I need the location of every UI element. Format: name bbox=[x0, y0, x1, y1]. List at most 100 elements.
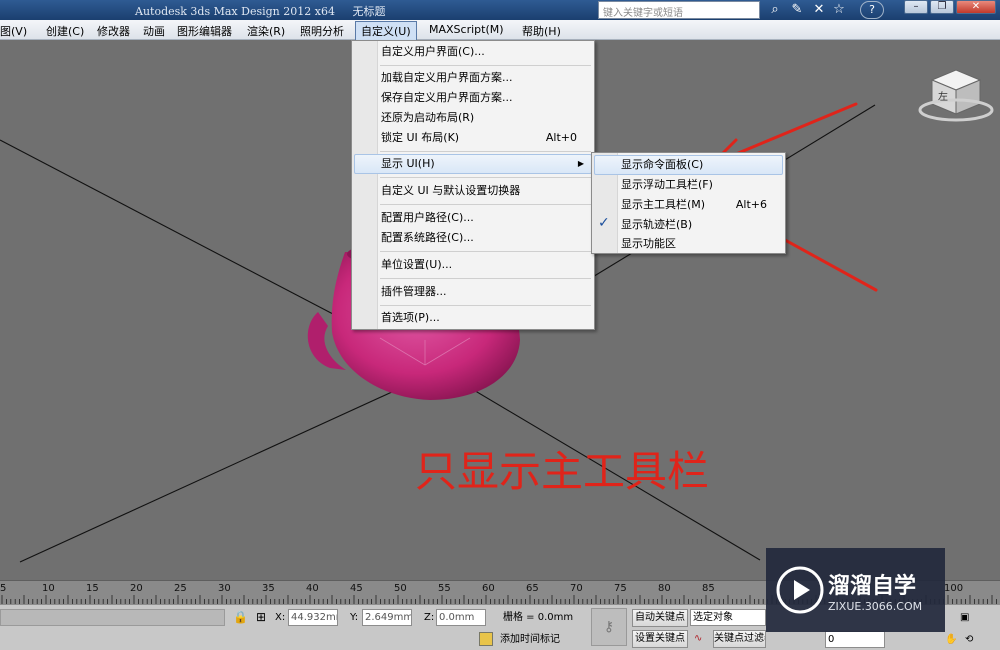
menu-separator bbox=[380, 278, 591, 279]
menu-item-user-paths[interactable]: 配置用户路径(C)... bbox=[381, 209, 474, 227]
watermark: 溜溜自学 ZIXUE.3066.COM bbox=[766, 548, 945, 632]
tick-label: 65 bbox=[526, 583, 539, 594]
zoom-extents-icon[interactable]: ▣ bbox=[960, 609, 969, 626]
close-button[interactable]: ✕ bbox=[956, 0, 996, 14]
absolute-mode-icon[interactable]: ⊞ bbox=[256, 609, 266, 626]
pan-view-icon[interactable]: ✋ bbox=[945, 631, 957, 648]
tick-label: 20 bbox=[130, 583, 143, 594]
tick-label: 5 bbox=[0, 583, 7, 594]
z-coordinate-field[interactable]: 0.0mm bbox=[436, 609, 486, 626]
menu-item-show-main-toolbar[interactable]: 显示主工具栏(M) bbox=[621, 196, 705, 214]
title-bar: Autodesk 3ds Max Design 2012 x64 无标题 键入关… bbox=[0, 0, 1000, 20]
time-tag-icon[interactable] bbox=[479, 632, 493, 646]
binoculars-icon[interactable]: ⌕ bbox=[766, 1, 784, 19]
menu-lighting-analysis[interactable]: 照明分析 bbox=[300, 23, 344, 39]
y-coordinate-field[interactable]: 2.649mm bbox=[362, 609, 412, 626]
menu-separator bbox=[380, 65, 591, 66]
annotation-text: 只显示主工具栏 bbox=[415, 447, 710, 496]
watermark-title: 溜溜自学 bbox=[828, 574, 917, 599]
menu-maxscript[interactable]: MAXScript(M) bbox=[429, 23, 504, 36]
viewcube-face-label: 左 bbox=[938, 90, 948, 103]
app-title: Autodesk 3ds Max Design 2012 x64 bbox=[135, 5, 335, 18]
menu-separator bbox=[380, 305, 591, 306]
key-filters-button[interactable]: 关键点过滤器... bbox=[713, 630, 766, 648]
orbit-icon[interactable]: ⟲ bbox=[965, 631, 973, 648]
main-toolbar-shortcut: Alt+6 bbox=[735, 198, 767, 211]
document-title: 无标题 bbox=[352, 5, 386, 18]
menu-item-save-ui-scheme[interactable]: 保存自定义用户界面方案... bbox=[381, 89, 513, 107]
menu-item-revert-startup-layout[interactable]: 还原为启动布局(R) bbox=[381, 109, 474, 127]
menu-item-system-paths[interactable]: 配置系统路径(C)... bbox=[381, 229, 474, 247]
favorites-star-icon[interactable]: ☆ bbox=[830, 1, 848, 19]
selection-dropdown[interactable]: 选定对象 bbox=[690, 609, 766, 626]
menu-item-show-command-panel[interactable]: 显示命令面板(C) bbox=[621, 156, 703, 174]
menu-help[interactable]: 帮助(H) bbox=[522, 23, 561, 39]
z-label: Z: bbox=[424, 612, 435, 623]
lock-ui-shortcut: Alt+0 bbox=[545, 131, 577, 144]
menu-item-show-ribbon[interactable]: 显示功能区 bbox=[621, 235, 676, 253]
tick-label: 45 bbox=[350, 583, 363, 594]
tick-label: 50 bbox=[394, 583, 407, 594]
menu-item-ui-switcher[interactable]: 自定义 UI 与默认设置切换器 bbox=[381, 182, 520, 200]
menu-graph-editors[interactable]: 图形编辑器 bbox=[177, 23, 232, 39]
menu-customize[interactable]: 自定义(U) bbox=[355, 21, 417, 41]
tools-icon[interactable]: ✎ bbox=[788, 1, 806, 19]
help-icon[interactable]: ? bbox=[860, 1, 884, 19]
menu-separator bbox=[380, 177, 591, 178]
key-icon[interactable]: ⚷ bbox=[591, 608, 627, 646]
key-filter-icon[interactable]: ∿ bbox=[694, 630, 702, 647]
submenu-arrow-icon: ▶ bbox=[577, 159, 584, 168]
menu-separator bbox=[380, 251, 591, 252]
watermark-url: ZIXUE.3066.COM bbox=[828, 600, 923, 613]
tick-label: 10 bbox=[42, 583, 55, 594]
menu-separator bbox=[380, 151, 591, 152]
menu-item-lock-ui-layout[interactable]: 锁定 UI 布局(K) bbox=[381, 129, 459, 147]
add-time-tag[interactable]: 添加时间标记 bbox=[500, 631, 560, 648]
tick-label: 80 bbox=[658, 583, 671, 594]
menu-item-customize-ui[interactable]: 自定义用户界面(C)... bbox=[381, 43, 485, 61]
tick-label: 25 bbox=[174, 583, 187, 594]
viewcube[interactable]: 左 bbox=[918, 69, 994, 122]
tick-label: 40 bbox=[306, 583, 319, 594]
menu-item-preferences[interactable]: 首选项(P)... bbox=[381, 309, 440, 327]
menu-rendering[interactable]: 渲染(R) bbox=[247, 23, 285, 39]
menu-item-show-ui[interactable]: 显示 UI(H) bbox=[381, 155, 435, 173]
menu-view[interactable]: 图(V) bbox=[0, 23, 27, 39]
grid-readout: 栅格 = 0.0mm bbox=[503, 612, 574, 623]
menu-gutter bbox=[352, 41, 378, 329]
current-frame-field[interactable]: 0 bbox=[825, 631, 885, 648]
x-label: X: bbox=[275, 612, 286, 623]
tick-label: 100 bbox=[944, 583, 964, 594]
search-input[interactable]: 键入关键字或短语 bbox=[598, 1, 760, 19]
minimize-button[interactable]: – bbox=[904, 0, 928, 14]
auto-key-button[interactable]: 自动关键点 bbox=[632, 609, 688, 627]
communication-center-icon[interactable]: ✕ bbox=[810, 1, 828, 19]
tick-label: 85 bbox=[702, 583, 715, 594]
menu-create[interactable]: 创建(C) bbox=[46, 23, 84, 39]
customize-menu: 自定义用户界面(C)... 加载自定义用户界面方案... 保存自定义用户界面方案… bbox=[351, 40, 595, 330]
tick-label: 30 bbox=[218, 583, 231, 594]
set-key-button[interactable]: 设置关键点 bbox=[632, 630, 688, 648]
window-title: Autodesk 3ds Max Design 2012 x64 无标题 bbox=[135, 3, 385, 19]
tick-label: 55 bbox=[438, 583, 451, 594]
menu-item-plugin-manager[interactable]: 插件管理器... bbox=[381, 283, 447, 301]
tick-label: 75 bbox=[614, 583, 627, 594]
menu-item-load-ui-scheme[interactable]: 加载自定义用户界面方案... bbox=[381, 69, 513, 87]
tick-label: 70 bbox=[570, 583, 583, 594]
restore-button[interactable]: ❐ bbox=[930, 0, 954, 14]
tick-label: 15 bbox=[86, 583, 99, 594]
menu-item-show-track-bar[interactable]: 显示轨迹栏(B) bbox=[621, 216, 692, 234]
x-coordinate-field[interactable]: 44.932mm bbox=[288, 609, 338, 626]
menu-item-show-floating-toolbars[interactable]: 显示浮动工具栏(F) bbox=[621, 176, 713, 194]
show-ui-submenu: 显示命令面板(C) 显示浮动工具栏(F) 显示主工具栏(M) Alt+6 ✓ 显… bbox=[591, 152, 786, 254]
check-icon: ✓ bbox=[598, 215, 610, 231]
lock-icon[interactable]: 🔒 bbox=[233, 609, 248, 626]
menu-bar: 图(V) 创建(C) 修改器 动画 图形编辑器 渲染(R) 照明分析 自定义(U… bbox=[0, 20, 1000, 41]
menu-modifiers[interactable]: 修改器 bbox=[97, 23, 130, 39]
menu-separator bbox=[380, 204, 591, 205]
tick-label: 60 bbox=[482, 583, 495, 594]
menu-item-units-setup[interactable]: 单位设置(U)... bbox=[381, 256, 452, 274]
menu-animation[interactable]: 动画 bbox=[143, 23, 165, 39]
maxscript-listener[interactable] bbox=[0, 609, 225, 626]
tick-label: 35 bbox=[262, 583, 275, 594]
